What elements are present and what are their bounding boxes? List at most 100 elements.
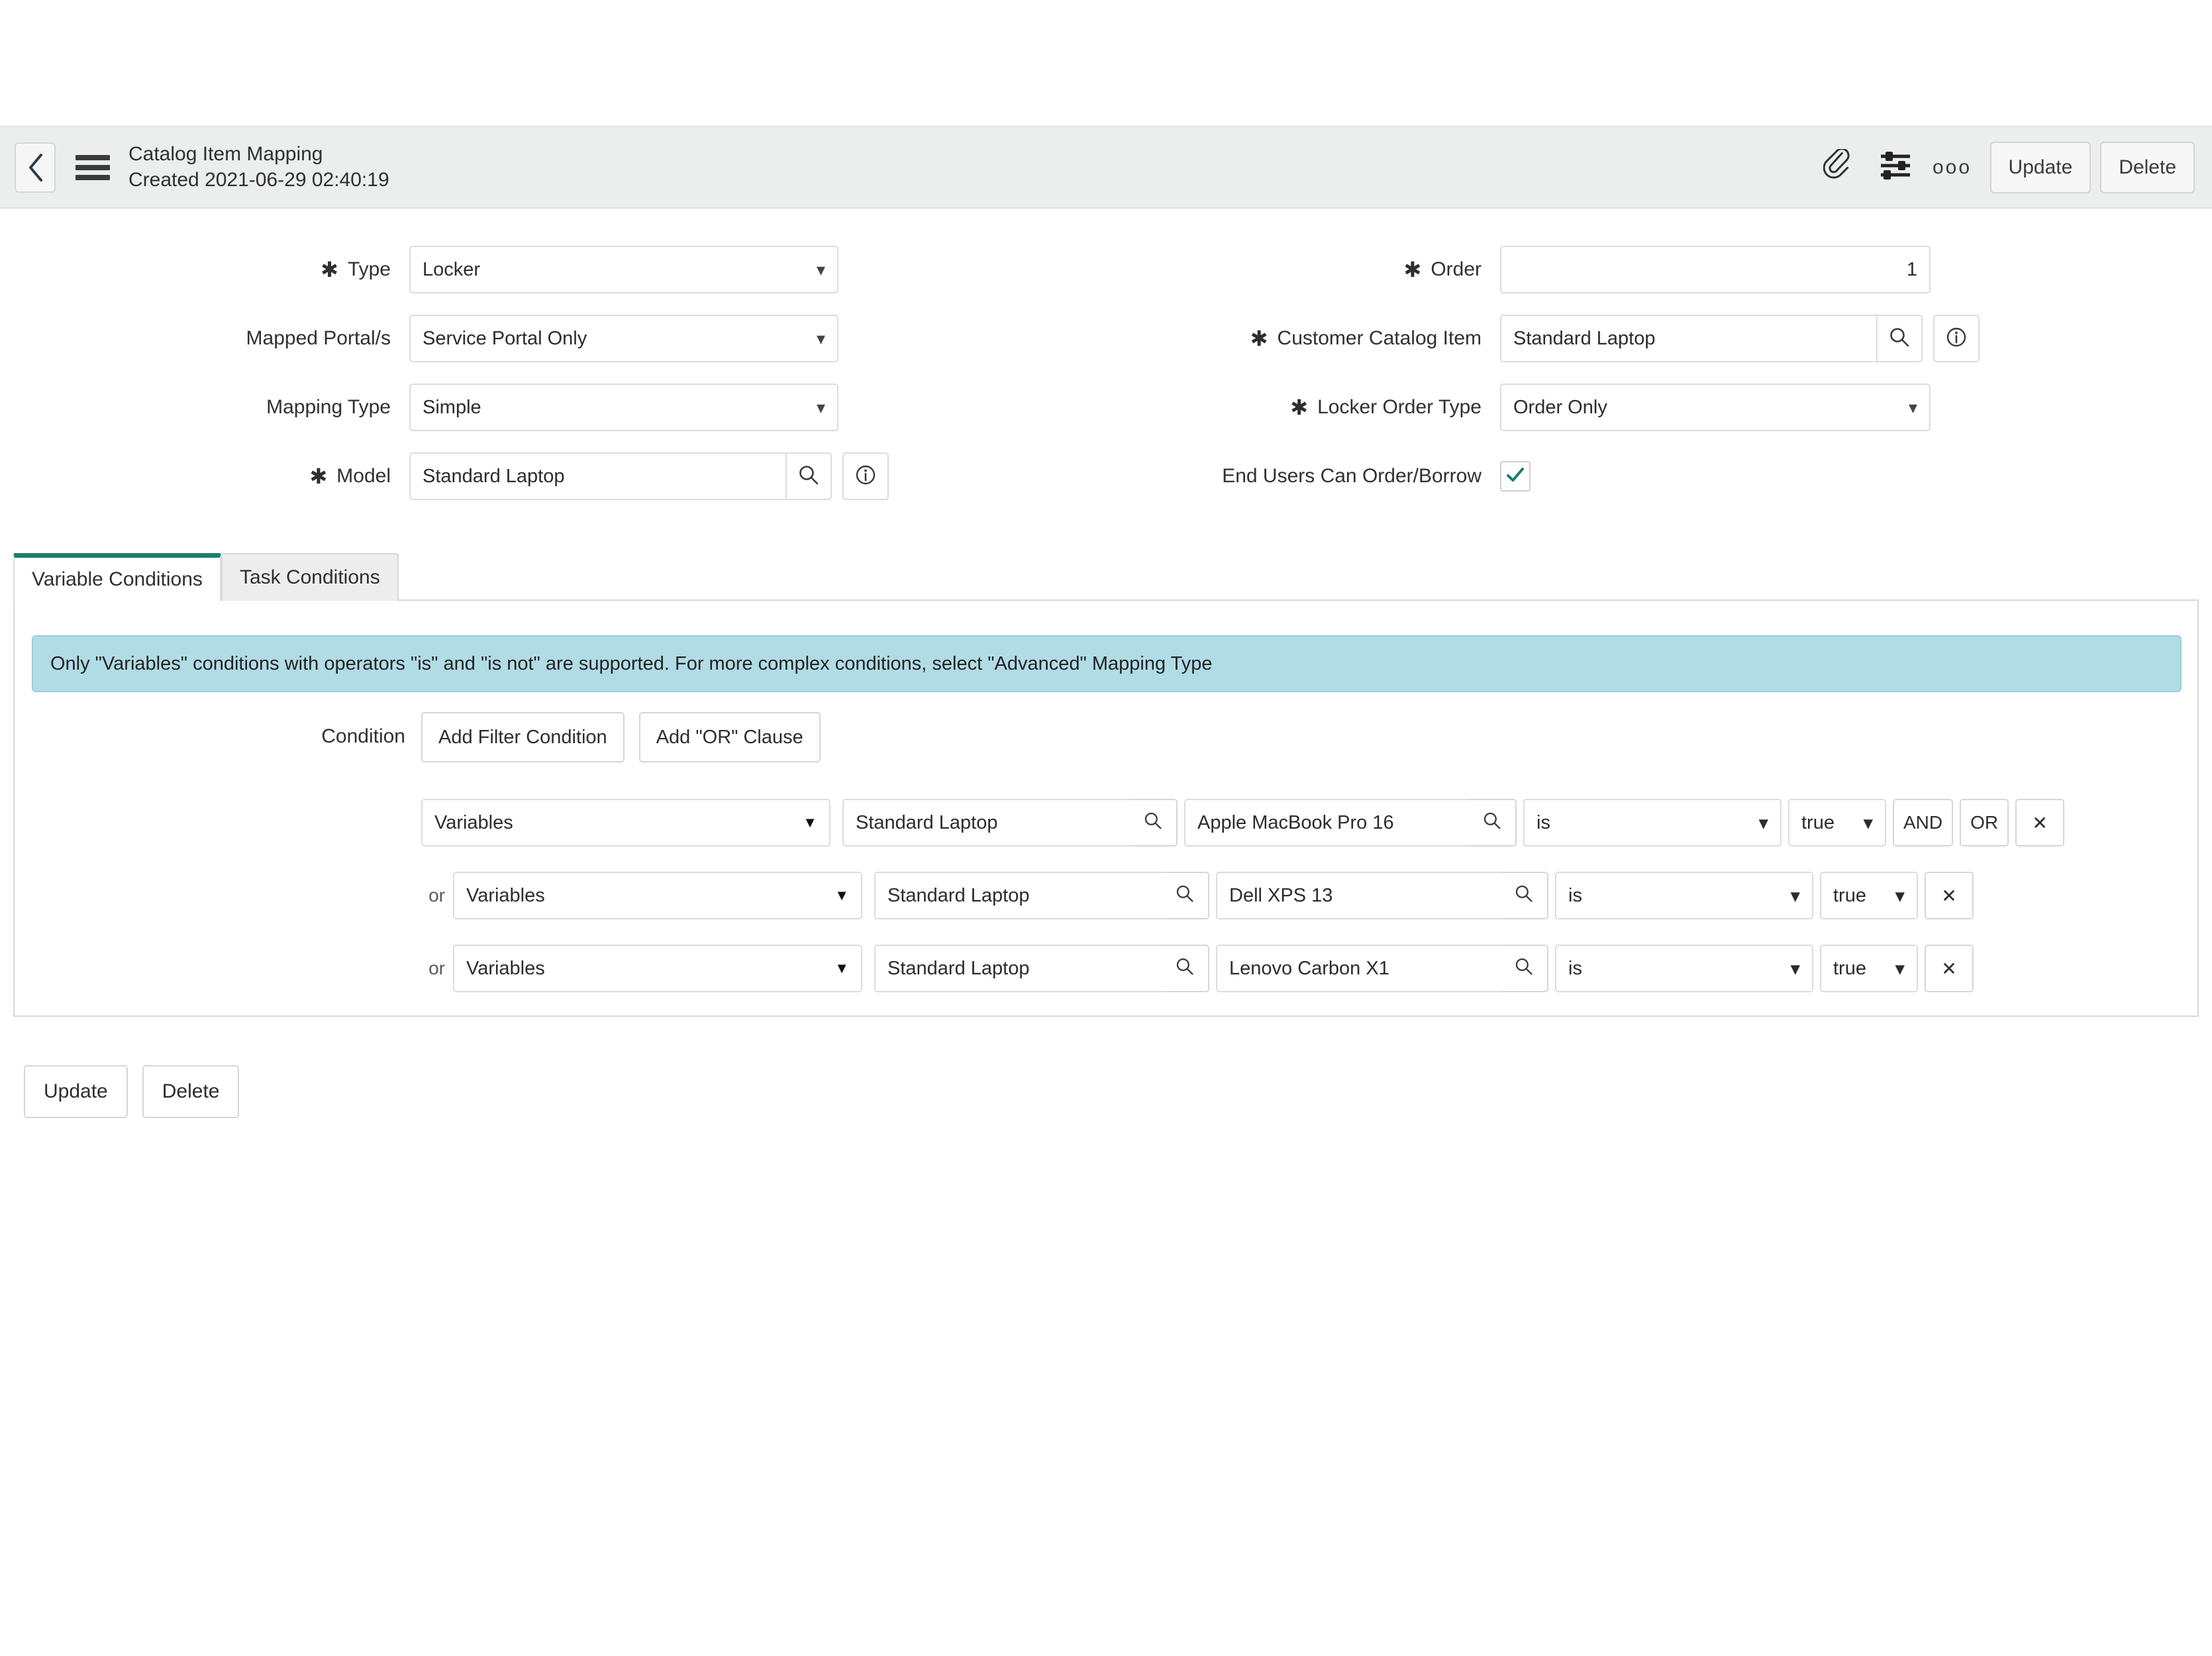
field-locker-order-type: ✱ Locker Order Type Order Only ▾ <box>1113 373 2212 442</box>
search-icon <box>797 464 820 490</box>
customer-catalog-item-lookup-button[interactable] <box>1878 315 1923 362</box>
row3-value-lookup-button[interactable] <box>1501 945 1548 992</box>
row3-operator-select[interactable]: is ▾ <box>1555 945 1813 992</box>
row1-operator-select[interactable]: is ▾ <box>1523 799 1782 847</box>
row1-boolean-select[interactable]: true ▾ <box>1788 799 1886 847</box>
search-icon <box>1175 957 1195 981</box>
condition-rows: Variables ▼ Standard Laptop Apple MacBoo… <box>15 786 2200 1005</box>
customer-catalog-item-input[interactable]: Standard Laptop <box>1500 315 1878 362</box>
field-type: ✱ Type Locker ▾ <box>0 235 993 304</box>
row1-fieldgroup-select[interactable]: Variables ▼ <box>421 799 830 847</box>
form-column-right: ✱ Order 1 ✱ Customer Catalog Item Standa… <box>1113 235 2212 511</box>
row1-and-button[interactable]: AND <box>1893 799 1954 847</box>
row1-boolean-value: true <box>1801 811 1835 833</box>
row2-variable-lookup-button[interactable] <box>1162 872 1209 919</box>
order-input[interactable]: 1 <box>1500 246 1931 293</box>
row3-variable-input[interactable]: Standard Laptop <box>874 945 1162 992</box>
row3-remove-button[interactable]: ✕ <box>1925 945 1974 992</box>
field-locker-order-type-label: ✱ Locker Order Type <box>1290 395 1482 419</box>
tab-task-conditions[interactable]: Task Conditions <box>221 553 399 601</box>
row2-fieldgroup-value: Variables <box>466 884 545 906</box>
locker-order-type-select-value: Order Only <box>1513 396 1607 418</box>
tab-task-conditions-label: Task Conditions <box>239 566 380 588</box>
field-type-label: ✱ Type <box>321 258 391 282</box>
chevron-down-icon: ▾ <box>816 328 825 348</box>
add-filter-condition-button[interactable]: Add Filter Condition <box>421 712 625 762</box>
required-asterisk-icon: ✱ <box>1403 258 1422 282</box>
field-customer-catalog-item: ✱ Customer Catalog Item Standard Laptop <box>1113 304 2212 373</box>
row1-remove-button[interactable]: ✕ <box>2015 799 2065 847</box>
row2-fieldgroup-select[interactable]: Variables ▼ <box>453 872 862 919</box>
caret-down-icon: ▼ <box>803 814 817 831</box>
model-input[interactable]: Standard Laptop <box>409 452 787 500</box>
row1-value-lookup-button[interactable] <box>1469 799 1517 847</box>
row2-value-input[interactable]: Dell XPS 13 <box>1216 872 1501 919</box>
footer-delete-button[interactable]: Delete <box>142 1065 240 1118</box>
row2-variable-input[interactable]: Standard Laptop <box>874 872 1162 919</box>
search-icon <box>1514 884 1534 908</box>
type-select-value: Locker <box>423 258 481 280</box>
field-end-users-can-order: End Users Can Order/Borrow <box>1113 442 2212 511</box>
add-or-clause-button[interactable]: Add "OR" Clause <box>638 712 821 762</box>
mapping-type-select-value: Simple <box>423 396 481 418</box>
record-header: Catalog Item Mapping Created 2021-06-29 … <box>0 126 2212 209</box>
caret-down-icon: ▼ <box>834 887 849 904</box>
row1-variable-lookup-button[interactable] <box>1130 799 1178 847</box>
condition-row: Variables ▼ Standard Laptop Apple MacBoo… <box>15 786 2200 859</box>
personalize-form-button[interactable] <box>1867 142 1924 193</box>
footer-update-button[interactable]: Update <box>24 1065 128 1118</box>
row2-boolean-select[interactable]: true ▾ <box>1820 872 1918 919</box>
required-asterisk-icon: ✱ <box>309 464 328 488</box>
search-icon <box>1482 811 1502 835</box>
page-root: Catalog Item Mapping Created 2021-06-29 … <box>0 0 2212 1656</box>
mapped-portals-select[interactable]: Service Portal Only ▾ <box>409 315 838 362</box>
back-button[interactable] <box>15 142 56 193</box>
customer-catalog-item-info-button[interactable] <box>1933 315 1980 362</box>
mapping-type-select[interactable]: Simple ▾ <box>409 384 838 431</box>
row2-value-lookup-button[interactable] <box>1501 872 1548 919</box>
header-update-button[interactable]: Update <box>1989 141 2091 193</box>
row1-variable-group: Standard Laptop <box>842 799 1178 847</box>
row2-or-prefix: or <box>428 885 445 906</box>
field-order-label: ✱ Order <box>1403 258 1482 282</box>
search-icon <box>1514 957 1534 981</box>
chevron-down-icon: ▾ <box>1908 397 1917 417</box>
locker-order-type-select[interactable]: Order Only ▾ <box>1500 384 1931 431</box>
row2-boolean-value: true <box>1833 884 1866 906</box>
model-lookup-button[interactable] <box>787 452 832 500</box>
end-users-can-order-checkbox[interactable] <box>1500 461 1531 492</box>
header-delete-button[interactable]: Delete <box>2100 141 2195 193</box>
type-select[interactable]: Locker ▾ <box>409 246 838 293</box>
chevron-left-icon <box>26 153 44 182</box>
hamburger-icon[interactable] <box>75 154 110 180</box>
row2-variable-group: Standard Laptop <box>874 872 1209 919</box>
chevron-down-icon: ▾ <box>1895 958 1905 980</box>
row1-variable-input[interactable]: Standard Laptop <box>842 799 1130 847</box>
form-column-left: ✱ Type Locker ▾ Mapped Portal/s Service … <box>0 235 993 511</box>
info-banner: Only "Variables" conditions with operato… <box>32 635 2182 692</box>
search-icon <box>1175 884 1195 908</box>
chevron-down-icon: ▾ <box>1790 885 1800 907</box>
field-model: ✱ Model Standard Laptop <box>0 442 993 511</box>
attachment-button[interactable] <box>1810 142 1867 193</box>
row3-value-input[interactable]: Lenovo Carbon X1 <box>1216 945 1501 992</box>
row1-value-input[interactable]: Apple MacBook Pro 16 <box>1184 799 1469 847</box>
tab-variable-conditions[interactable]: Variable Conditions <box>13 553 221 601</box>
model-info-button[interactable] <box>842 452 889 500</box>
more-options-button[interactable]: ooo <box>1924 142 1981 193</box>
info-icon <box>1945 326 1968 352</box>
row3-operator-value: is <box>1568 957 1582 979</box>
page-title: Catalog Item Mapping Created 2021-06-29 … <box>128 142 389 193</box>
row1-value-group: Apple MacBook Pro 16 <box>1184 799 1517 847</box>
condition-buttons: Add Filter Condition Add "OR" Clause <box>421 712 821 762</box>
row2-remove-button[interactable]: ✕ <box>1925 872 1974 919</box>
record-title: Catalog Item Mapping <box>128 143 323 166</box>
required-asterisk-icon: ✱ <box>1250 327 1268 350</box>
row3-variable-lookup-button[interactable] <box>1162 945 1209 992</box>
row1-or-button[interactable]: OR <box>1960 799 2009 847</box>
row3-value-group: Lenovo Carbon X1 <box>1216 945 1548 992</box>
chevron-down-icon: ▾ <box>816 259 825 280</box>
row3-fieldgroup-select[interactable]: Variables ▼ <box>453 945 862 992</box>
row3-boolean-select[interactable]: true ▾ <box>1820 945 1918 992</box>
row2-operator-select[interactable]: is ▾ <box>1555 872 1813 919</box>
